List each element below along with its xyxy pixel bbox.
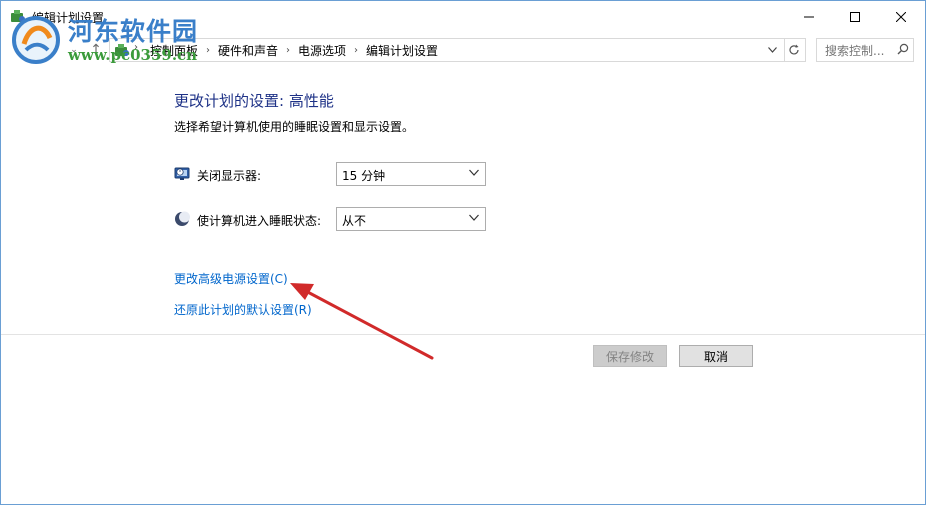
close-button[interactable] [878,1,924,32]
minimize-button[interactable] [786,1,832,32]
breadcrumb-item-power-options[interactable]: 电源选项 [298,42,346,59]
recent-locations-button[interactable]: ⌄ [63,39,85,61]
control-panel-icon [115,44,129,56]
breadcrumb-item-edit-plan[interactable]: 编辑计划设置 [366,42,438,59]
save-changes-button[interactable]: 保存修改 [593,345,667,367]
power-options-icon [11,10,25,22]
sleep-label: 使计算机进入睡眠状态: [197,214,322,228]
breadcrumb-separator-icon: › [134,42,138,53]
monitor-icon [174,167,190,180]
divider [1,334,925,335]
address-dropdown-button[interactable] [763,42,781,58]
forward-arrow-icon: → [44,42,56,58]
search-icon [897,43,909,55]
sleep-moon-icon [175,211,190,226]
page-description: 选择希望计算机使用的睡眠设置和显示设置。 [174,120,415,134]
cancel-button[interactable]: 取消 [679,345,753,367]
title-bar: 编辑计划设置 [1,1,925,32]
up-button[interactable]: ↑ [85,39,107,61]
back-button[interactable]: ← [9,39,31,61]
chevron-down-icon: ⌄ [70,45,78,55]
window-title: 编辑计划设置 [32,11,105,25]
close-icon [896,11,906,22]
advanced-power-settings-link[interactable]: 更改高级电源设置(C) [174,270,288,287]
breadcrumb: 控制面板 › 硬件和声音 › 电源选项 › 编辑计划设置 [150,42,438,59]
chevron-down-icon [767,47,777,53]
display-off-select[interactable]: 15 分钟 [336,162,486,186]
address-bar[interactable]: › 控制面板 › 硬件和声音 › 电源选项 › 编辑计划设置 [109,38,785,62]
chevron-down-icon [469,169,479,176]
display-off-label: 关闭显示器: [197,169,262,183]
search-input[interactable] [823,41,897,61]
breadcrumb-item-control-panel[interactable]: 控制面板 [150,42,198,59]
maximize-icon [850,11,860,22]
chevron-down-icon [469,214,479,221]
window: 编辑计划设置 ← → ⌄ ↑ › 控制面板 › 硬件和声音 › 电源选项 › 编… [0,0,926,505]
breadcrumb-item-hardware-sound[interactable]: 硬件和声音 [218,42,278,59]
display-off-value: 15 分钟 [342,169,386,183]
sleep-value: 从不 [342,214,367,228]
breadcrumb-separator-icon: › [206,45,211,56]
maximize-button[interactable] [832,1,878,32]
refresh-button[interactable] [783,38,806,62]
breadcrumb-separator-icon: › [286,45,291,56]
up-arrow-icon: ↑ [90,42,102,58]
minimize-icon [804,16,814,17]
breadcrumb-separator-icon: › [354,45,359,56]
back-arrow-icon: ← [14,42,26,58]
restore-defaults-link[interactable]: 还原此计划的默认设置(R) [174,301,312,318]
page-title: 更改计划的设置: 高性能 [174,92,334,110]
refresh-icon [789,44,799,55]
sleep-select[interactable]: 从不 [336,207,486,231]
search-box[interactable] [816,38,914,62]
forward-button[interactable]: → [39,39,61,61]
